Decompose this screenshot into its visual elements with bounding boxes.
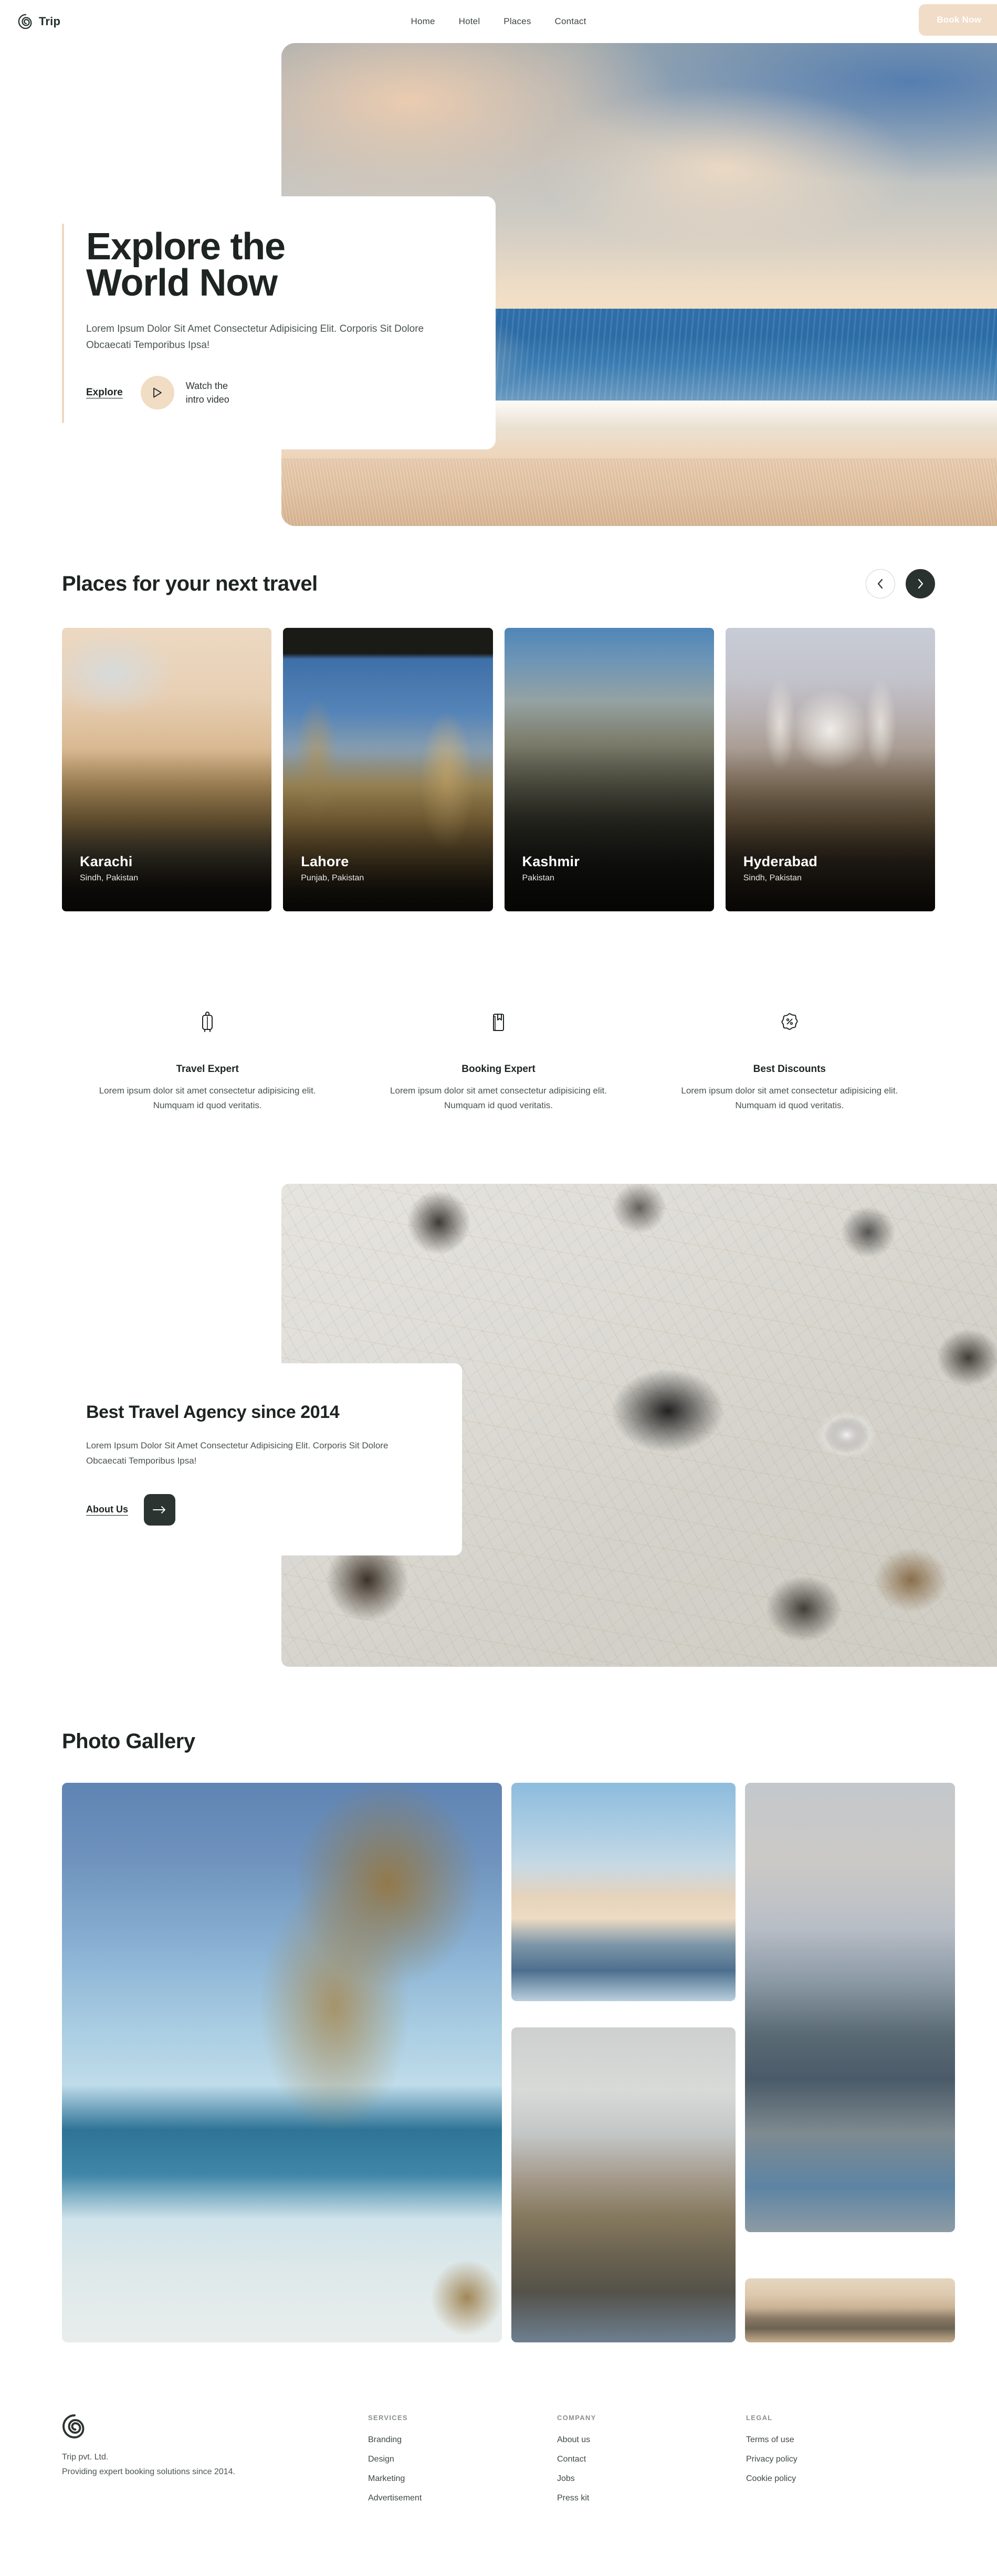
hero-subtitle: Lorem Ipsum Dolor Sit Amet Consectetur A… xyxy=(86,323,424,351)
nav-item-places[interactable]: Places xyxy=(503,16,531,27)
footer-column-company: COMPANY About us Contact Jobs Press kit xyxy=(557,2414,746,2513)
hero-text-card: Explore the World Now Lorem Ipsum Dolor … xyxy=(0,196,496,449)
feature-text: Lorem ipsum dolor sit amet consectetur a… xyxy=(681,1086,898,1110)
agency-subtitle: Lorem Ipsum Dolor Sit Amet Consectetur A… xyxy=(86,1441,389,1466)
carousel-next-button[interactable] xyxy=(906,569,935,598)
footer-link-terms-of-use[interactable]: Terms of use xyxy=(746,2435,794,2444)
feature-text: Lorem ipsum dolor sit amet consectetur a… xyxy=(390,1086,607,1110)
place-location: Sindh, Pakistan xyxy=(80,874,139,882)
place-name: Hyderabad xyxy=(743,854,818,869)
footer-column-services: SERVICES Branding Design Marketing Adver… xyxy=(368,2414,557,2513)
spiral-logo-icon xyxy=(62,2414,85,2439)
footer-tagline: Providing expert booking solutions since… xyxy=(62,2467,235,2476)
footer-brand: Trip pvt. Ltd. Providing expert booking … xyxy=(62,2414,368,2513)
footer-column-heading: LEGAL xyxy=(746,2414,773,2422)
footer-column-heading: SERVICES xyxy=(368,2414,408,2422)
footer-link-privacy-policy[interactable]: Privacy policy xyxy=(746,2455,797,2464)
gallery-title: Photo Gallery xyxy=(62,1730,195,1753)
place-name: Lahore xyxy=(301,854,349,869)
footer-link-cookie-policy[interactable]: Cookie policy xyxy=(746,2474,796,2483)
chevron-right-icon xyxy=(918,579,923,589)
place-name: Kashmir xyxy=(522,854,580,869)
arrow-right-icon xyxy=(153,1506,165,1513)
place-name: Karachi xyxy=(80,854,133,869)
main-nav: Home Hotel Places Contact xyxy=(411,16,586,27)
agency-text-card: Best Travel Agency since 2014 Lorem Ipsu… xyxy=(0,1363,462,1556)
place-location: Pakistan xyxy=(522,874,554,882)
hero-section: Explore the World Now Lorem Ipsum Dolor … xyxy=(0,43,997,526)
footer-column-legal: LEGAL Terms of use Privacy policy Cookie… xyxy=(746,2414,935,2513)
footer-link-contact[interactable]: Contact xyxy=(557,2455,586,2464)
places-section: Places for your next travel Karachi Sind… xyxy=(0,526,997,911)
footer-link-design[interactable]: Design xyxy=(368,2455,394,2464)
place-card-lahore[interactable]: Lahore Punjab, Pakistan xyxy=(283,628,493,911)
nav-item-contact[interactable]: Contact xyxy=(555,16,586,27)
landing-page: Trip Home Hotel Places Contact Book Now … xyxy=(0,0,997,2576)
gallery-section: Photo Gallery xyxy=(0,1667,997,2343)
feature-text: Lorem ipsum dolor sit amet consectetur a… xyxy=(99,1086,316,1110)
places-card-list: Karachi Sindh, Pakistan Lahore Punjab, P… xyxy=(62,628,935,911)
feature-booking-expert: Booking Expert Lorem ipsum dolor sit ame… xyxy=(353,1009,644,1112)
about-us-link[interactable]: About Us xyxy=(86,1504,128,1515)
discount-percent-badge-icon xyxy=(781,1013,798,1030)
footer-company: Trip pvt. Ltd. xyxy=(62,2453,109,2462)
brand[interactable]: Trip xyxy=(18,14,60,29)
feature-title: Travel Expert xyxy=(176,1064,239,1075)
spiral-logo-icon xyxy=(18,14,32,29)
place-card-karachi[interactable]: Karachi Sindh, Pakistan xyxy=(62,628,272,911)
site-footer: Trip pvt. Ltd. Providing expert booking … xyxy=(0,2414,997,2576)
place-location: Sindh, Pakistan xyxy=(743,874,802,882)
features-section: Travel Expert Lorem ipsum dolor sit amet… xyxy=(0,911,997,1112)
suitcase-icon xyxy=(202,1012,213,1032)
gallery-photo-sunset-shore[interactable] xyxy=(511,1783,736,2002)
footer-link-jobs[interactable]: Jobs xyxy=(557,2474,575,2483)
feature-title: Booking Expert xyxy=(461,1064,536,1075)
feature-title: Best Discounts xyxy=(753,1064,826,1075)
chevron-left-icon xyxy=(877,579,883,589)
footer-link-press-kit[interactable]: Press kit xyxy=(557,2494,589,2503)
places-header: Places for your next travel xyxy=(62,569,935,598)
play-button[interactable] xyxy=(140,375,174,409)
hero-accent-bar xyxy=(62,224,64,423)
footer-column-heading: COMPANY xyxy=(557,2414,596,2422)
footer-link-marketing[interactable]: Marketing xyxy=(368,2474,405,2483)
nav-item-hotel[interactable]: Hotel xyxy=(459,16,480,27)
bookmark-book-icon xyxy=(493,1014,505,1031)
book-now-button[interactable]: Book Now xyxy=(919,4,997,36)
hero-sand xyxy=(281,458,997,526)
hero-title: Explore the World Now xyxy=(86,226,286,304)
place-card-hyderabad[interactable]: Hyderabad Sindh, Pakistan xyxy=(725,628,935,911)
agency-title: Best Travel Agency since 2014 xyxy=(86,1402,340,1423)
agency-arrow-button[interactable] xyxy=(144,1494,175,1526)
explore-link[interactable]: Explore xyxy=(86,387,123,398)
hero-actions: Explore Watch the intro video xyxy=(86,375,496,409)
feature-travel-expert: Travel Expert Lorem ipsum dolor sit amet… xyxy=(62,1009,353,1112)
footer-columns: SERVICES Branding Design Marketing Adver… xyxy=(368,2414,935,2513)
watch-video-label: Watch the intro video xyxy=(185,380,229,405)
nav-item-home[interactable]: Home xyxy=(411,16,435,27)
place-card-kashmir[interactable]: Kashmir Pakistan xyxy=(504,628,714,911)
carousel-prev-button[interactable] xyxy=(866,569,895,598)
agency-section: Best Travel Agency since 2014 Lorem Ipsu… xyxy=(0,1184,997,1667)
footer-link-advertisement[interactable]: Advertisement xyxy=(368,2494,422,2503)
gallery-photo-mountain-houseboat[interactable] xyxy=(511,2027,736,2343)
places-carousel-nav xyxy=(866,569,935,598)
gallery-photo-grand-mosque[interactable] xyxy=(745,2278,955,2343)
watch-video-group[interactable]: Watch the intro video xyxy=(140,375,229,409)
site-header: Trip Home Hotel Places Contact Book Now xyxy=(0,0,997,43)
feature-best-discounts: Best Discounts Lorem ipsum dolor sit ame… xyxy=(644,1009,935,1112)
agency-actions: About Us xyxy=(86,1494,462,1526)
gallery-photo-palm-beach[interactable] xyxy=(62,1783,502,2343)
gallery-grid xyxy=(62,1783,955,2343)
play-triangle-icon xyxy=(153,387,162,398)
gallery-photo-mosque-reflection[interactable] xyxy=(745,1783,955,2233)
brand-name: Trip xyxy=(39,15,61,28)
places-title: Places for your next travel xyxy=(62,572,318,595)
footer-link-about-us[interactable]: About us xyxy=(557,2435,590,2444)
footer-link-branding[interactable]: Branding xyxy=(368,2435,402,2444)
place-location: Punjab, Pakistan xyxy=(301,874,364,882)
